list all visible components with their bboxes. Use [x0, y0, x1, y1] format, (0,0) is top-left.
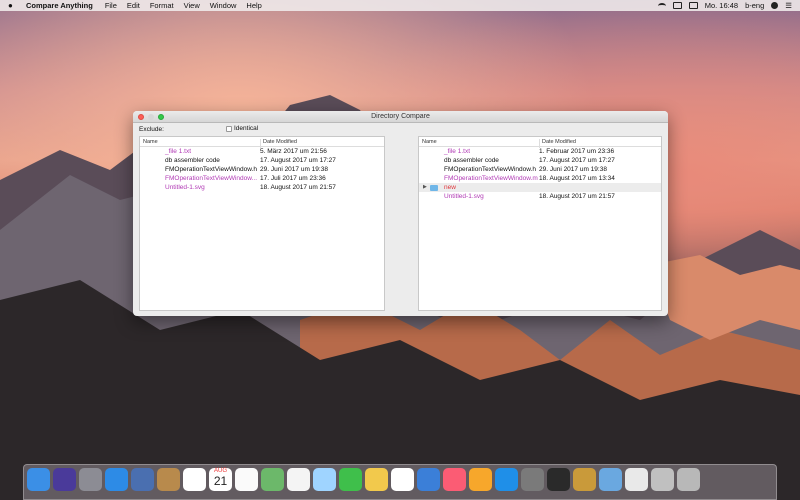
left-file-list[interactable]: Name Date Modified _file 1.txt 5. März 20…	[139, 136, 385, 311]
window-titlebar[interactable]: Directory Compare	[133, 111, 668, 123]
filter-bar: Exclude: Identical	[133, 123, 668, 136]
dock-app-icon[interactable]	[521, 468, 544, 491]
user-menu[interactable]: b-eng	[745, 1, 764, 10]
file-date: 29. Juni 2017 um 19:38	[539, 166, 607, 173]
file-date: 18. August 2017 um 13:34	[539, 175, 615, 182]
window-title: Directory Compare	[371, 113, 430, 120]
dock-icons: AUG 21	[27, 468, 700, 491]
file-date: 1. Februar 2017 um 23:36	[539, 148, 615, 155]
file-date: 18. August 2017 um 21:57	[260, 184, 336, 191]
siri-icon[interactable]	[771, 2, 779, 9]
clock[interactable]: Mo. 16:48	[705, 1, 738, 10]
dock-app-icon[interactable]	[157, 468, 180, 491]
menu-edit[interactable]: Edit	[127, 1, 140, 10]
folder-icon	[430, 185, 438, 191]
menu-view[interactable]: View	[184, 1, 200, 10]
file-row[interactable]: FMOperationTextViewWindow.m 18. August 20…	[419, 174, 661, 183]
file-row[interactable]: FMOperationTextViewWindow.h 29. Juni 2017…	[140, 165, 384, 174]
file-name: FMOperationTextViewWindow.h	[165, 166, 258, 173]
file-row[interactable]: Untitled-1.svg 18. August 2017 um 21:57	[140, 183, 384, 192]
file-date: 17. August 2017 um 17:27	[260, 157, 336, 164]
dock-app-icon[interactable]	[79, 468, 102, 491]
file-name: FMOperationTextViewWindow.m	[444, 175, 538, 182]
file-date: 17. Juli 2017 um 23:36	[260, 175, 326, 182]
right-file-list[interactable]: Name Date Modified _file 1.txt 1. Februar…	[418, 136, 662, 311]
dock-app-icon[interactable]	[183, 468, 206, 491]
dock-app-icon[interactable]	[469, 468, 492, 491]
menu-help[interactable]: Help	[246, 1, 261, 10]
file-date: 17. August 2017 um 17:27	[539, 157, 615, 164]
disclosure-triangle-icon[interactable]: ▶	[423, 183, 427, 192]
left-list-header: Name Date Modified	[140, 137, 384, 148]
calendar-icon[interactable]: AUG 21	[209, 468, 232, 491]
dock-app-icon[interactable]	[27, 468, 50, 491]
file-row[interactable]: FMOperationTextViewWindow... 17. Juli 201…	[140, 174, 384, 183]
file-name: Untitled-1.svg	[444, 193, 484, 200]
dock-app-icon[interactable]	[53, 468, 76, 491]
menu-bar: ● Compare Anything File Edit Format View…	[0, 0, 800, 11]
dock-app-icon[interactable]	[547, 468, 570, 491]
notification-center-icon[interactable]: ☰	[785, 1, 792, 10]
minimize-button[interactable]	[148, 114, 154, 120]
dock-app-icon[interactable]	[339, 468, 362, 491]
file-date: 18. August 2017 um 21:57	[539, 193, 615, 200]
calendar-day: 21	[213, 474, 228, 488]
file-date: 29. Juni 2017 um 19:38	[260, 166, 328, 173]
dock-app-icon[interactable]	[235, 468, 258, 491]
dock-app-icon[interactable]	[625, 468, 648, 491]
file-name: _file 1.txt	[444, 148, 471, 155]
right-list-header: Name Date Modified	[419, 137, 661, 148]
menu-file[interactable]: File	[105, 1, 117, 10]
dock-app-icon[interactable]	[391, 468, 414, 491]
menu-format[interactable]: Format	[150, 1, 174, 10]
file-name: db assembler code	[444, 157, 499, 164]
folder-row[interactable]: ▶ new	[419, 183, 661, 192]
dock-app-icon[interactable]	[287, 468, 310, 491]
file-name: _file 1.txt	[165, 148, 192, 155]
apple-menu-icon[interactable]: ●	[8, 1, 18, 10]
battery-icon[interactable]	[688, 2, 698, 9]
dock-app-icon[interactable]	[131, 468, 154, 491]
file-name: Untitled-1.svg	[165, 184, 205, 191]
dock-app-icon[interactable]	[365, 468, 388, 491]
dock-app-icon[interactable]	[417, 468, 440, 491]
checkbox-box[interactable]	[226, 125, 232, 132]
identical-label: Identical	[234, 125, 259, 132]
close-button[interactable]	[138, 114, 144, 120]
directory-compare-window: Directory Compare Exclude: Identical Nam…	[133, 111, 668, 316]
file-row[interactable]: _file 1.txt 1. Februar 2017 um 23:36	[419, 147, 661, 156]
airplay-icon[interactable]	[672, 2, 682, 9]
zoom-button[interactable]	[158, 114, 164, 120]
identical-checkbox[interactable]: Identical	[226, 125, 258, 132]
app-menu[interactable]: Compare Anything	[26, 1, 93, 10]
dock-app-icon[interactable]	[105, 468, 128, 491]
dock-app-icon[interactable]	[651, 468, 674, 491]
dock-app-icon[interactable]	[677, 468, 700, 491]
wifi-icon[interactable]	[657, 2, 666, 9]
file-row[interactable]: db assembler code 17. August 2017 um 17:2…	[140, 156, 384, 165]
file-name: db assembler code	[165, 157, 220, 164]
dock-app-icon[interactable]	[443, 468, 466, 491]
column-header-name[interactable]: Name	[422, 139, 437, 145]
file-name: FMOperationTextViewWindow.h	[444, 166, 537, 173]
file-row[interactable]: _file 1.txt 5. März 2017 um 21:56	[140, 147, 384, 156]
dock-app-icon[interactable]	[599, 468, 622, 491]
file-date: 5. März 2017 um 21:56	[260, 148, 327, 155]
exclude-label: Exclude:	[139, 126, 164, 133]
dock-app-icon[interactable]	[313, 468, 336, 491]
dock-app-icon[interactable]	[261, 468, 284, 491]
column-header-name[interactable]: Name	[143, 139, 158, 145]
file-row[interactable]: db assembler code 17. August 2017 um 17:2…	[419, 156, 661, 165]
dock-app-icon[interactable]	[573, 468, 596, 491]
dock-app-icon[interactable]	[495, 468, 518, 491]
file-name: FMOperationTextViewWindow...	[165, 175, 257, 182]
file-row[interactable]: Untitled-1.svg 18. August 2017 um 21:57	[419, 192, 661, 201]
menu-window[interactable]: Window	[210, 1, 237, 10]
file-row[interactable]: FMOperationTextViewWindow.h 29. Juni 2017…	[419, 165, 661, 174]
file-name: new	[444, 184, 456, 191]
